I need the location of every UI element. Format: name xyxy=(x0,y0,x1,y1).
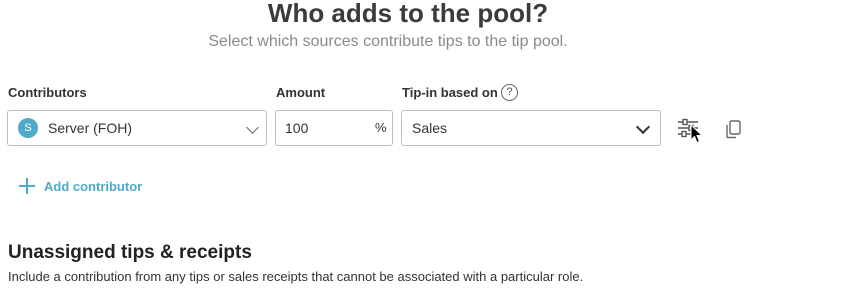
section-title: Unassigned tips & receipts xyxy=(8,242,252,263)
amount-label: Amount xyxy=(276,85,326,100)
chevron-down-icon xyxy=(246,121,259,134)
avatar: S xyxy=(18,118,38,138)
contributors-label: Contributors xyxy=(8,85,87,100)
contributor-value: Server (FOH) xyxy=(48,120,132,136)
section-description: Include a contribution from any tips or … xyxy=(8,269,584,284)
tip-pool-setup: Who adds to the pool? Select which sourc… xyxy=(0,0,858,300)
amount-value: 100 xyxy=(285,120,309,136)
chevron-down-icon xyxy=(635,119,651,135)
add-contributor-button[interactable]: Add contributor xyxy=(18,176,142,196)
percent-unit: % xyxy=(375,120,387,135)
tip-in-value: Sales xyxy=(412,120,448,136)
help-icon[interactable]: ? xyxy=(501,84,518,101)
page-subtitle: Select which sources contribute tips to … xyxy=(208,33,568,50)
mouse-pointer-icon xyxy=(690,123,704,144)
copy-icon[interactable] xyxy=(722,116,748,142)
plus-icon xyxy=(18,177,36,195)
tip-in-label: Tip-in based on xyxy=(402,85,498,100)
tip-in-select[interactable]: Sales xyxy=(401,110,661,146)
contributor-select[interactable]: S Server (FOH) xyxy=(7,110,267,146)
page-title: Who adds to the pool? xyxy=(267,0,549,28)
add-contributor-label: Add contributor xyxy=(44,178,143,194)
amount-input[interactable]: 100 % xyxy=(275,110,393,146)
